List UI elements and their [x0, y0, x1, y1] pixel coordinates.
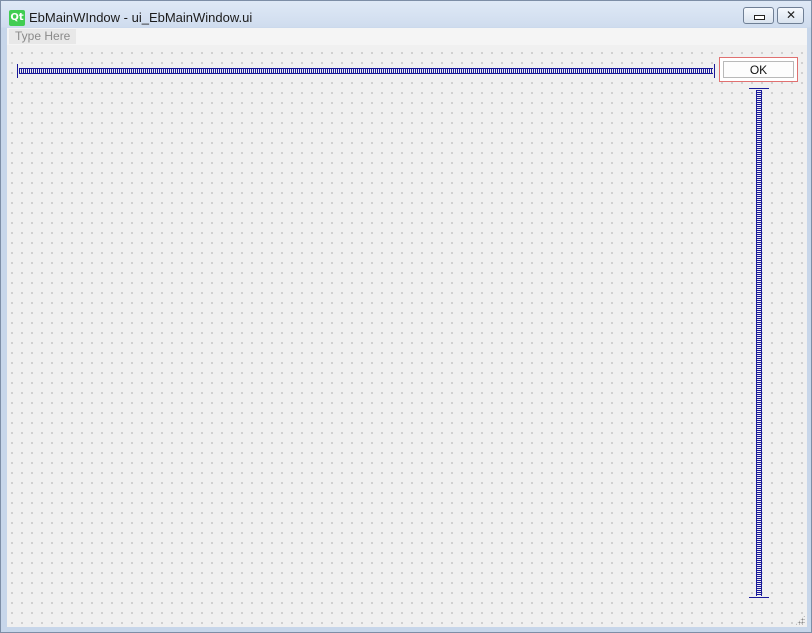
spacer-cap-bottom	[749, 597, 769, 598]
spacer-spring	[756, 90, 762, 596]
minimize-button[interactable]	[743, 7, 774, 24]
designer-window: Qt EbMainWIndow - ui_EbMainWindow.ui ✕ T…	[0, 0, 812, 633]
form-canvas[interactable]: Type Here OK	[7, 28, 807, 627]
menu-type-here[interactable]: Type Here	[9, 29, 77, 44]
ok-button[interactable]: OK	[719, 57, 798, 82]
spacer-cap-right	[714, 64, 715, 78]
horizontal-spacer[interactable]	[17, 64, 715, 78]
window-title: EbMainWIndow - ui_EbMainWindow.ui	[29, 10, 253, 25]
spacer-spring	[19, 68, 713, 74]
menu-bar: Type Here	[7, 28, 807, 45]
qt-logo-icon: Qt	[9, 10, 25, 26]
close-icon: ✕	[786, 8, 797, 22]
spacer-cap-top	[749, 88, 769, 89]
close-button[interactable]: ✕	[777, 7, 804, 24]
ok-button-label: OK	[723, 61, 794, 78]
title-bar[interactable]: Qt EbMainWIndow - ui_EbMainWindow.ui ✕	[1, 1, 811, 28]
vertical-spacer[interactable]	[749, 88, 769, 598]
spacer-cap-left	[17, 64, 18, 78]
size-grip-icon[interactable]	[795, 615, 805, 625]
